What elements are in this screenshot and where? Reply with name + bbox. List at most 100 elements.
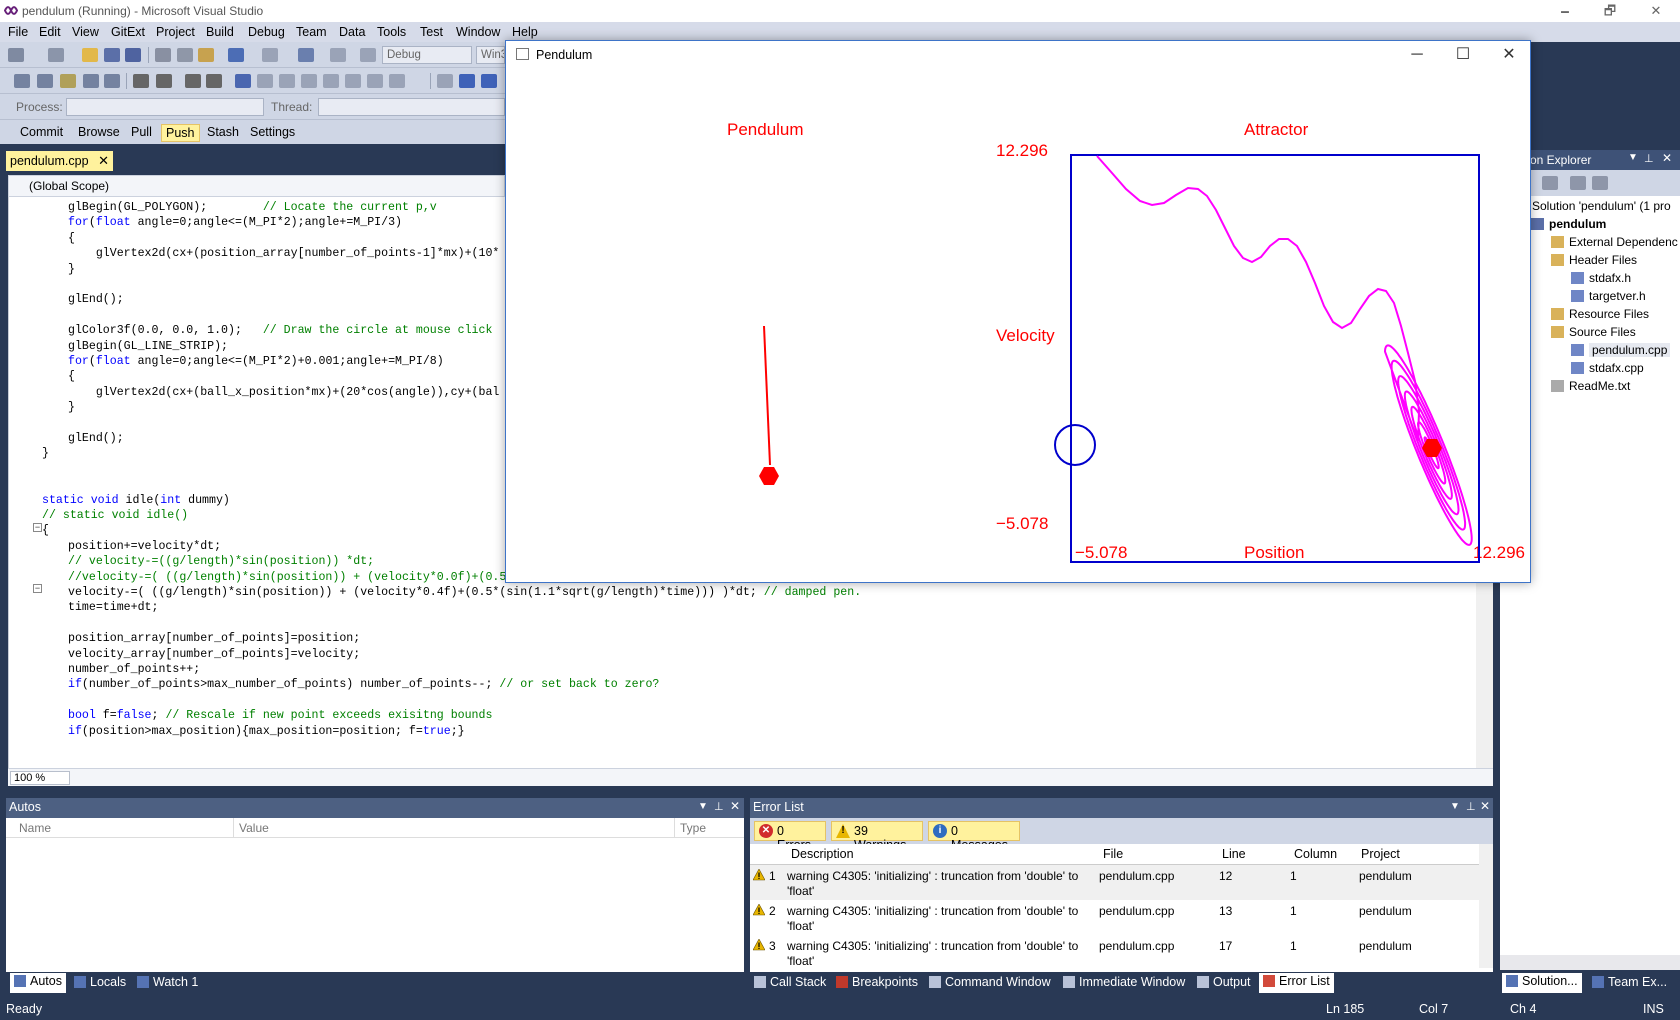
show-all-files-icon[interactable]: [1570, 176, 1586, 190]
bookmark-icon[interactable]: [257, 74, 273, 88]
copy-icon[interactable]: [177, 48, 193, 62]
pin-icon[interactable]: ⊥: [1466, 800, 1476, 813]
warnings-filter-button[interactable]: !39 Warnings: [831, 821, 923, 852]
tab-command-window[interactable]: Command Window: [929, 975, 1051, 989]
toolbar-icon[interactable]: [14, 74, 30, 88]
minimize-button[interactable]: 🗕: [1545, 0, 1585, 22]
tab-watch-1[interactable]: Watch 1: [137, 975, 198, 989]
toolbar-icon[interactable]: [104, 74, 120, 88]
paste-icon[interactable]: [198, 48, 214, 62]
new-project-icon[interactable]: [8, 48, 24, 62]
navigate-forward-icon[interactable]: [330, 48, 346, 62]
push-button[interactable]: Push: [161, 124, 200, 142]
close-icon[interactable]: ✕: [1662, 151, 1672, 165]
menu-window[interactable]: Window: [456, 25, 500, 39]
pendulum-minimize-button[interactable]: ─: [1394, 41, 1440, 71]
tab-pendulum-cpp[interactable]: pendulum.cpp ✕: [6, 151, 113, 171]
solution-platform-select[interactable]: Win3: [476, 46, 505, 64]
close-tab-icon[interactable]: ✕: [98, 153, 109, 169]
tab-error-list[interactable]: Error List: [1259, 973, 1334, 993]
bookmark-icon[interactable]: [323, 74, 339, 88]
menu-gitext[interactable]: GitExt: [111, 25, 145, 39]
stash-button[interactable]: Stash: [203, 124, 243, 140]
toolbar-icon[interactable]: [60, 74, 76, 88]
collapse-icon[interactable]: −: [33, 523, 42, 532]
messages-filter-button[interactable]: i0 Messages: [928, 821, 1020, 852]
tab-output[interactable]: Output: [1197, 975, 1251, 989]
menu-team[interactable]: Team: [296, 25, 327, 39]
menu-build[interactable]: Build: [206, 25, 234, 39]
menu-project[interactable]: Project: [156, 25, 195, 39]
column-description[interactable]: Description: [791, 847, 854, 861]
error-row[interactable]: 3 warning C4305: 'initializing' : trunca…: [750, 935, 1480, 968]
pendulum-window[interactable]: Pendulum ─ ☐ ✕ Pendulum Attractor 12.296…: [505, 40, 1531, 583]
find-icon[interactable]: [389, 74, 405, 88]
toolbar-icon[interactable]: [37, 74, 53, 88]
solution-tree-item[interactable]: pendulum.cpp: [1589, 343, 1671, 357]
tab-autos[interactable]: Autos: [10, 973, 66, 993]
error-list-scrollbar[interactable]: [1479, 844, 1493, 968]
pull-button[interactable]: Pull: [127, 124, 156, 140]
errors-filter-button[interactable]: ✕0 Errors: [754, 821, 826, 852]
pendulum-maximize-button[interactable]: ☐: [1440, 41, 1486, 71]
solution-tree-item[interactable]: Solution 'pendulum' (1 pro: [1532, 199, 1671, 213]
refresh-icon[interactable]: [1592, 176, 1608, 190]
menu-tools[interactable]: Tools: [377, 25, 406, 39]
redo-icon[interactable]: [262, 48, 278, 62]
collapse-icon[interactable]: −: [33, 584, 42, 593]
break-all-icon[interactable]: [459, 74, 475, 88]
tab-immediate-window[interactable]: Immediate Window: [1063, 975, 1185, 989]
solution-tree-item[interactable]: stdafx.cpp: [1589, 361, 1644, 375]
restore-button[interactable]: 🗗: [1590, 0, 1630, 22]
uncomment-icon[interactable]: [206, 74, 222, 88]
error-row[interactable]: 1 warning C4305: 'initializing' : trunca…: [750, 865, 1480, 900]
toolbar-icon[interactable]: [83, 74, 99, 88]
tab-breakpoints[interactable]: Breakpoints: [836, 975, 918, 989]
tab-solution-explorer[interactable]: Solution...: [1502, 973, 1582, 993]
opengl-canvas[interactable]: Pendulum Attractor 12.296 Velocity −5.07…: [506, 71, 1530, 581]
increase-indent-icon[interactable]: [156, 74, 172, 88]
menu-test[interactable]: Test: [420, 25, 443, 39]
close-button[interactable]: ✕: [1636, 0, 1676, 22]
tab-locals[interactable]: Locals: [74, 975, 126, 989]
continue-icon[interactable]: [437, 74, 453, 88]
column-type[interactable]: Type: [680, 821, 706, 835]
menu-view[interactable]: View: [72, 25, 99, 39]
solution-tree-item[interactable]: External Dependenc: [1569, 235, 1678, 249]
bookmark-icon[interactable]: [235, 74, 251, 88]
column-line[interactable]: Line: [1222, 847, 1246, 861]
close-icon[interactable]: ✕: [1480, 799, 1490, 813]
scope-dropdown[interactable]: (Global Scope): [8, 175, 505, 197]
open-file-icon[interactable]: [82, 48, 98, 62]
bookmark-icon[interactable]: [367, 74, 383, 88]
column-project[interactable]: Project: [1361, 847, 1400, 861]
solution-tree-item[interactable]: Header Files: [1569, 253, 1637, 267]
pendulum-close-button[interactable]: ✕: [1486, 41, 1532, 71]
column-value[interactable]: Value: [239, 821, 269, 835]
bookmark-icon[interactable]: [279, 74, 295, 88]
pin-icon[interactable]: ⊥: [1644, 152, 1654, 165]
chevron-down-icon[interactable]: ▼: [1628, 152, 1638, 163]
stop-debugging-icon[interactable]: [481, 74, 497, 88]
tab-team-explorer[interactable]: Team Ex...: [1592, 975, 1667, 989]
solution-tree-item[interactable]: ReadMe.txt: [1569, 379, 1630, 393]
bookmark-icon[interactable]: [301, 74, 317, 88]
bookmark-icon[interactable]: [345, 74, 361, 88]
properties-icon[interactable]: [1542, 176, 1558, 190]
decrease-indent-icon[interactable]: [133, 74, 149, 88]
solution-tree-item[interactable]: Resource Files: [1569, 307, 1649, 321]
error-row[interactable]: 2 warning C4305: 'initializing' : trunca…: [750, 900, 1480, 935]
commit-button[interactable]: Commit: [16, 124, 67, 140]
menu-help[interactable]: Help: [512, 25, 538, 39]
pin-icon[interactable]: ⊥: [714, 800, 724, 813]
solution-tree-item[interactable]: pendulum: [1549, 217, 1606, 231]
start-debugging-icon[interactable]: [360, 48, 376, 62]
tab-call-stack[interactable]: Call Stack: [754, 975, 826, 989]
zoom-select[interactable]: 100 %: [10, 771, 70, 785]
solution-tree-item[interactable]: targetver.h: [1589, 289, 1646, 303]
thread-select[interactable]: [318, 98, 505, 116]
column-file[interactable]: File: [1103, 847, 1123, 861]
solution-tree-item[interactable]: Source Files: [1569, 325, 1636, 339]
column-column[interactable]: Column: [1294, 847, 1337, 861]
save-icon[interactable]: [104, 48, 120, 62]
